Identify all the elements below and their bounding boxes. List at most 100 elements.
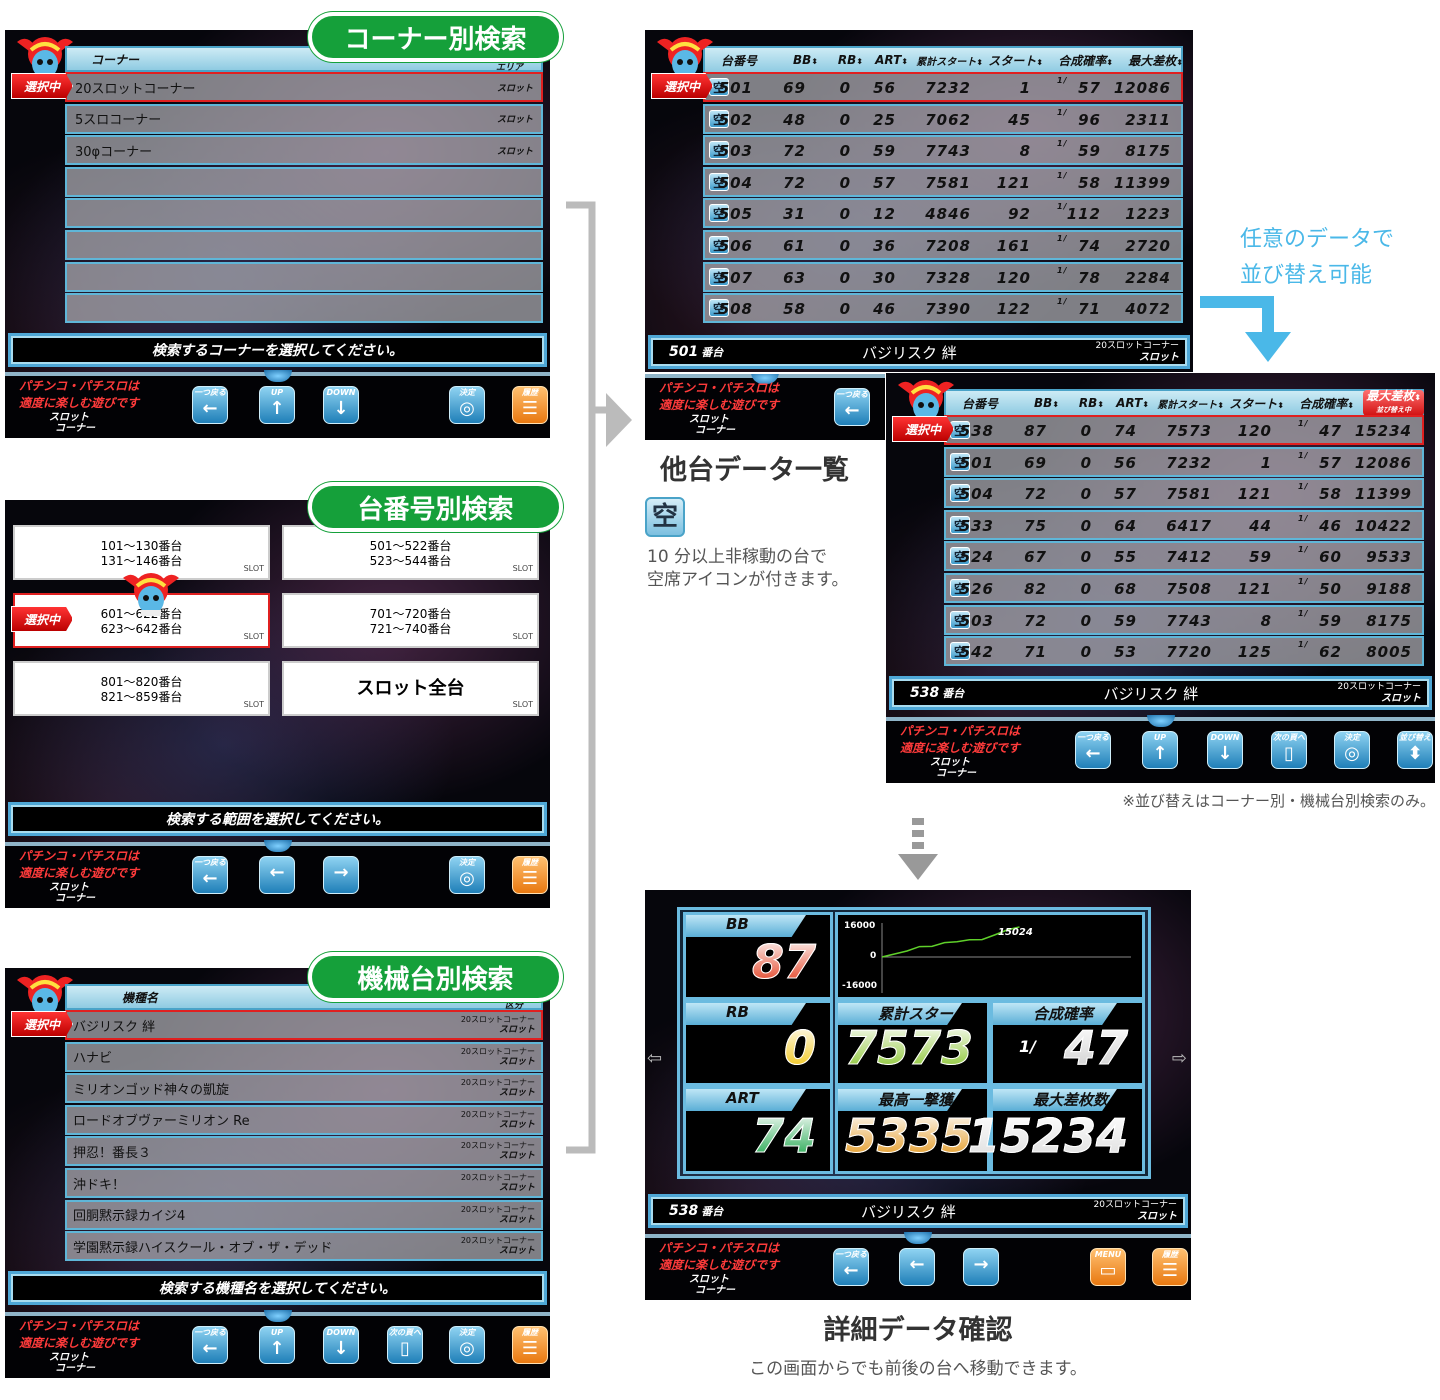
column-header[interactable]: 合成確率⬍ — [1058, 52, 1113, 69]
prev-machine-arrow-icon[interactable]: ⇦ — [647, 1048, 662, 1069]
button-UP[interactable]: UP ↑ — [259, 386, 295, 424]
machine-row[interactable]: ハナビ 20スロットコーナー スロット — [65, 1041, 543, 1072]
column-header[interactable]: スタート⬍ — [988, 52, 1043, 69]
column-header[interactable]: 最大差枚⬍ 並び替え中 — [1363, 390, 1424, 416]
button-arrow-prev[interactable]: ← — [259, 856, 295, 894]
button-次の頁へ[interactable]: 次の頁へ ▯ — [387, 1326, 423, 1364]
button-一つ戻る[interactable]: 一つ戻る ← — [833, 1248, 869, 1286]
button-MENU[interactable]: MENU ▭ — [1090, 1248, 1126, 1286]
button-履歴[interactable]: 履歴 ☰ — [512, 386, 548, 424]
column-header[interactable]: スタート⬍ — [1229, 395, 1284, 412]
table-row[interactable]: 空 506 61 0 36 7208 161 74 2720 1/ — [703, 230, 1183, 260]
table-row[interactable]: 空 502 48 0 25 7062 45 96 2311 1/ — [703, 103, 1183, 134]
cell-累計スタート: 7573 — [1166, 422, 1212, 440]
machine-row[interactable]: 押忍！番長３ 20スロットコーナー スロット — [65, 1136, 543, 1167]
machine-row[interactable]: 沖ドキ！ 20スロットコーナー スロット — [65, 1168, 543, 1198]
cell-RB: 0 — [1080, 516, 1092, 535]
button-arrow-prev[interactable]: ← — [899, 1248, 935, 1286]
column-header[interactable]: 累計スタート⬍ — [1157, 396, 1224, 411]
table-row[interactable]: 空 501 69 0 56 7232 1 57 12086 1/ — [703, 72, 1183, 102]
column-header[interactable]: ART⬍ — [875, 53, 908, 67]
corner-row[interactable]: 20スロットコーナー スロット — [65, 72, 543, 102]
button-決定[interactable]: 決定 ◎ — [1334, 731, 1370, 769]
table-row[interactable]: 空 504 72 0 57 7581 121 58 11399 1/ — [703, 166, 1183, 197]
column-header[interactable]: RB⬍ — [1079, 396, 1104, 410]
cell-スタート: 45 — [1008, 110, 1031, 129]
button-履歴[interactable]: 履歴 ☰ — [1152, 1248, 1188, 1286]
table-row[interactable]: 空 533 75 0 64 6417 44 46 10422 1/ — [944, 509, 1424, 540]
table-row[interactable]: 空 501 69 0 56 7232 1 57 12086 1/ — [944, 446, 1424, 477]
cell-ART: 25 — [873, 110, 896, 129]
column-header[interactable]: 最大差枚⬍ — [1128, 52, 1183, 69]
button-UP[interactable]: UP ↑ — [1142, 731, 1178, 769]
machine-row[interactable]: ミリオンゴッド神々の凱旋 20スロットコーナー スロット — [65, 1073, 543, 1104]
table-row[interactable]: 空 508 58 0 46 7390 122 71 4072 1/ — [703, 293, 1183, 324]
table-row[interactable]: 空 505 31 0 12 4846 92 112 1223 1/ — [703, 198, 1183, 229]
button-履歴[interactable]: 履歴 ☰ — [512, 856, 548, 894]
button-DOWN[interactable]: DOWN ↓ — [323, 386, 359, 424]
machine-row[interactable]: 回胴黙示録カイジ4 20スロットコーナー スロット — [65, 1199, 543, 1230]
sort-arrows-icon: ⬍ — [1097, 400, 1104, 409]
corner-row[interactable] — [65, 166, 543, 197]
table-row[interactable]: 空 503 72 0 59 7743 8 59 8175 1/ — [944, 604, 1424, 635]
machine-row[interactable]: バジリスク 絆 20スロットコーナー スロット — [65, 1010, 543, 1040]
corner-row[interactable]: 30φコーナー スロット — [65, 135, 543, 166]
button-arrow-next[interactable]: → — [963, 1248, 999, 1286]
table-row[interactable]: 空 507 63 0 30 7328 120 78 2284 1/ — [703, 261, 1183, 292]
column-header[interactable]: 累計スタート⬍ — [916, 53, 983, 68]
range-card[interactable]: スロット全台 SLOT — [282, 661, 539, 716]
button-UP[interactable]: UP ↑ — [259, 1326, 295, 1364]
button-一つ戻る[interactable]: 一つ戻る ← — [1075, 731, 1111, 769]
corner-type: スロット — [498, 1088, 535, 1099]
table-row[interactable]: 空 538 87 0 74 7573 120 47 15234 1/ — [944, 415, 1424, 445]
history-list-icon: ☰ — [521, 868, 539, 889]
button-決定[interactable]: 決定 ◎ — [449, 386, 485, 424]
corner-row[interactable] — [65, 230, 543, 260]
footer-bar: パチンコ・パチスロは 適度に楽しむ遊びです スロット コーナー 一つ戻る ← ← → MENU ▭… — [645, 1232, 1191, 1300]
corner-row[interactable] — [65, 261, 543, 292]
column-header[interactable]: ART⬍ — [1116, 396, 1149, 410]
corner-info: 20スロットコーナー スロット — [1094, 1199, 1177, 1223]
table-row[interactable]: 空 542 71 0 53 7720 125 62 8005 1/ — [944, 636, 1424, 667]
column-header[interactable]: 合成確率⬍ — [1299, 395, 1354, 412]
table-row[interactable]: 空 503 72 0 59 7743 8 59 8175 1/ — [703, 135, 1183, 166]
table-row[interactable]: 空 504 72 0 57 7581 121 58 11399 1/ — [944, 478, 1424, 509]
status-bar: 538 番台 バジリスク 絆 20スロットコーナー スロット — [889, 676, 1432, 710]
column-header[interactable]: BB⬍ — [1034, 396, 1059, 410]
button-DOWN[interactable]: DOWN ↓ — [1207, 731, 1243, 769]
next-machine-arrow-icon[interactable]: ⇨ — [1172, 1048, 1187, 1069]
corner-row[interactable] — [65, 293, 543, 324]
column-header[interactable]: BB⬍ — [793, 53, 818, 67]
range-card[interactable]: 801～820番台 821～859番台 SLOT — [13, 661, 270, 716]
button-次の頁へ[interactable]: 次の頁へ ▯ — [1271, 731, 1307, 769]
corner-row[interactable]: 5スロコーナー スロット — [65, 103, 543, 134]
column-header[interactable]: 台番号 — [962, 395, 998, 412]
table-header: 台番号 BB⬍ RB⬍ ART⬍ 累計スタート⬍ スタート⬍ 合成確率⬍ 最大差枚⬍ — [703, 46, 1183, 72]
button-一つ戻る[interactable]: 一つ戻る ← — [834, 388, 870, 426]
machine-row[interactable]: ロードオブヴァーミリオン Re 20スロットコーナー スロット — [65, 1104, 543, 1135]
button-DOWN[interactable]: DOWN ↓ — [323, 1326, 359, 1364]
button-決定[interactable]: 決定 ◎ — [449, 1326, 485, 1364]
cell-累計スタート: 7062 — [925, 110, 971, 129]
button-一つ戻る[interactable]: 一つ戻る ← — [192, 1326, 228, 1364]
column-header[interactable]: 台番号 — [721, 52, 757, 69]
button-一つ戻る[interactable]: 一つ戻る ← — [192, 856, 228, 894]
table-row[interactable]: 空 526 82 0 68 7508 121 50 9188 1/ — [944, 573, 1424, 603]
down-arrow-icon — [898, 818, 938, 880]
button-履歴[interactable]: 履歴 ☰ — [512, 1326, 548, 1364]
corner-type: スロット — [1381, 693, 1421, 704]
button-一つ戻る[interactable]: 一つ戻る ← — [192, 386, 228, 424]
sort-arrow-icon — [1200, 296, 1291, 362]
corner-name: 20スロットコーナー — [460, 1141, 535, 1151]
table-row[interactable]: 空 524 67 0 55 7412 59 60 9533 1/ — [944, 541, 1424, 572]
machine-row[interactable]: 学園黙示録ハイスクール・オブ・ザ・デッド 20スロットコーナー スロット — [65, 1231, 543, 1262]
button-arrow-next[interactable]: → — [323, 856, 359, 894]
corner-row[interactable] — [65, 198, 543, 229]
max-diff-value: 15234 — [967, 1109, 1128, 1164]
button-決定[interactable]: 決定 ◎ — [449, 856, 485, 894]
cell-RB: 0 — [839, 237, 851, 255]
column-header[interactable]: RB⬍ — [838, 53, 863, 67]
range-card[interactable]: 701～720番台 721～740番台 SLOT — [282, 593, 539, 648]
range-card[interactable]: 501～522番台 523～544番台 SLOT — [282, 525, 539, 580]
button-並び替え[interactable]: 並び替え ⬍ — [1397, 731, 1433, 769]
